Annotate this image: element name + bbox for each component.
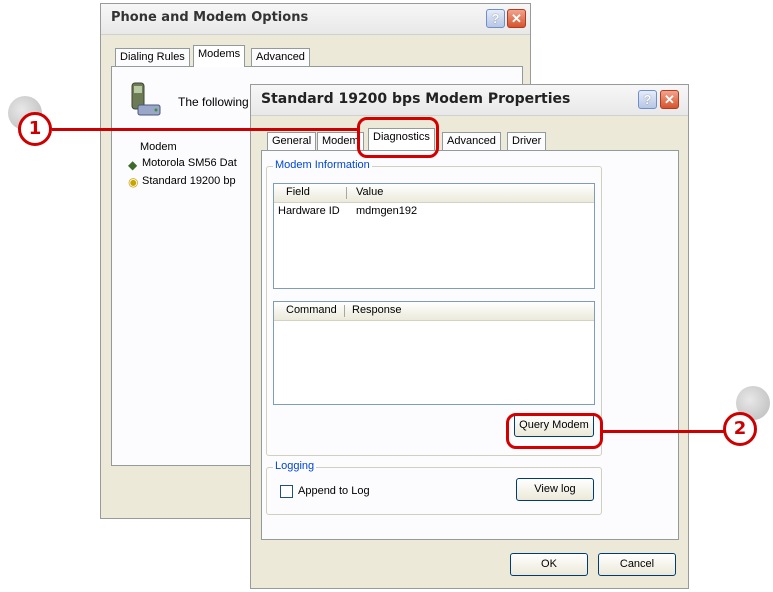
modem-name: Standard 19200 bp (142, 175, 236, 187)
phone-modem-icon (131, 82, 161, 116)
column-field[interactable]: Field (286, 186, 310, 198)
tab-dialing-rules[interactable]: Dialing Rules (115, 48, 190, 67)
column-value[interactable]: Value (356, 186, 383, 198)
modem-name: Motorola SM56 Dat (142, 157, 237, 169)
cancel-button[interactable]: Cancel (598, 553, 676, 576)
logging-label: Logging (273, 460, 317, 472)
append-to-log-label[interactable]: Append to Log (298, 485, 370, 497)
field-value-list[interactable]: Field Value Hardware ID mdmgen192 (273, 183, 595, 289)
column-separator (344, 305, 345, 317)
back-window-titlebar: Phone and Modem Options ? ✕ (101, 4, 530, 35)
cell-value: mdmgen192 (356, 205, 418, 217)
modem-icon: ◉ (128, 175, 139, 189)
modem-properties-window: Standard 19200 bps Modem Properties ? ✕ … (250, 84, 689, 589)
back-window-title: Phone and Modem Options (111, 10, 309, 25)
view-log-button[interactable]: View log (516, 478, 594, 501)
modem-information-label: Modem Information (273, 159, 372, 171)
logging-group: Logging Append to Log View log (266, 460, 602, 515)
ok-button[interactable]: OK (510, 553, 588, 576)
cell-field: Hardware ID (278, 205, 340, 217)
diagnostics-panel: Modem Information Field Value Hardware I… (261, 150, 679, 540)
command-response-list[interactable]: Command Response (273, 301, 595, 405)
intro-text: The following (178, 95, 249, 109)
callout-2-line (602, 430, 724, 433)
table-row[interactable]: Hardware ID mdmgen192 (274, 204, 594, 220)
tab-advanced[interactable]: Advanced (251, 48, 310, 67)
callout-1-number: 1 (18, 112, 52, 146)
tab-diagnostics[interactable]: Diagnostics (368, 128, 435, 150)
column-response[interactable]: Response (352, 304, 402, 316)
column-separator (346, 187, 347, 199)
tab-general[interactable]: General (267, 132, 317, 151)
callout-2-number: 2 (723, 412, 757, 446)
column-command[interactable]: Command (286, 304, 337, 316)
modem-icon: ◆ (128, 158, 138, 172)
modem-list-header: Modem (140, 141, 177, 153)
tab-advanced[interactable]: Advanced (442, 132, 501, 151)
tab-modems[interactable]: Modems (193, 45, 246, 67)
help-button[interactable]: ? (486, 9, 505, 28)
list-header: Command Response (274, 302, 594, 321)
tab-driver[interactable]: Driver (507, 132, 547, 151)
front-window-title: Standard 19200 bps Modem Properties (261, 91, 571, 107)
front-window-titlebar: Standard 19200 bps Modem Properties ? ✕ (251, 85, 688, 116)
close-button[interactable]: ✕ (507, 9, 526, 28)
append-to-log-checkbox[interactable] (280, 485, 293, 498)
callout-1-line (52, 128, 357, 131)
list-header: Field Value (274, 184, 594, 203)
close-button[interactable]: ✕ (660, 90, 679, 109)
help-button[interactable]: ? (638, 90, 657, 109)
callout-2-highlight (506, 413, 603, 449)
